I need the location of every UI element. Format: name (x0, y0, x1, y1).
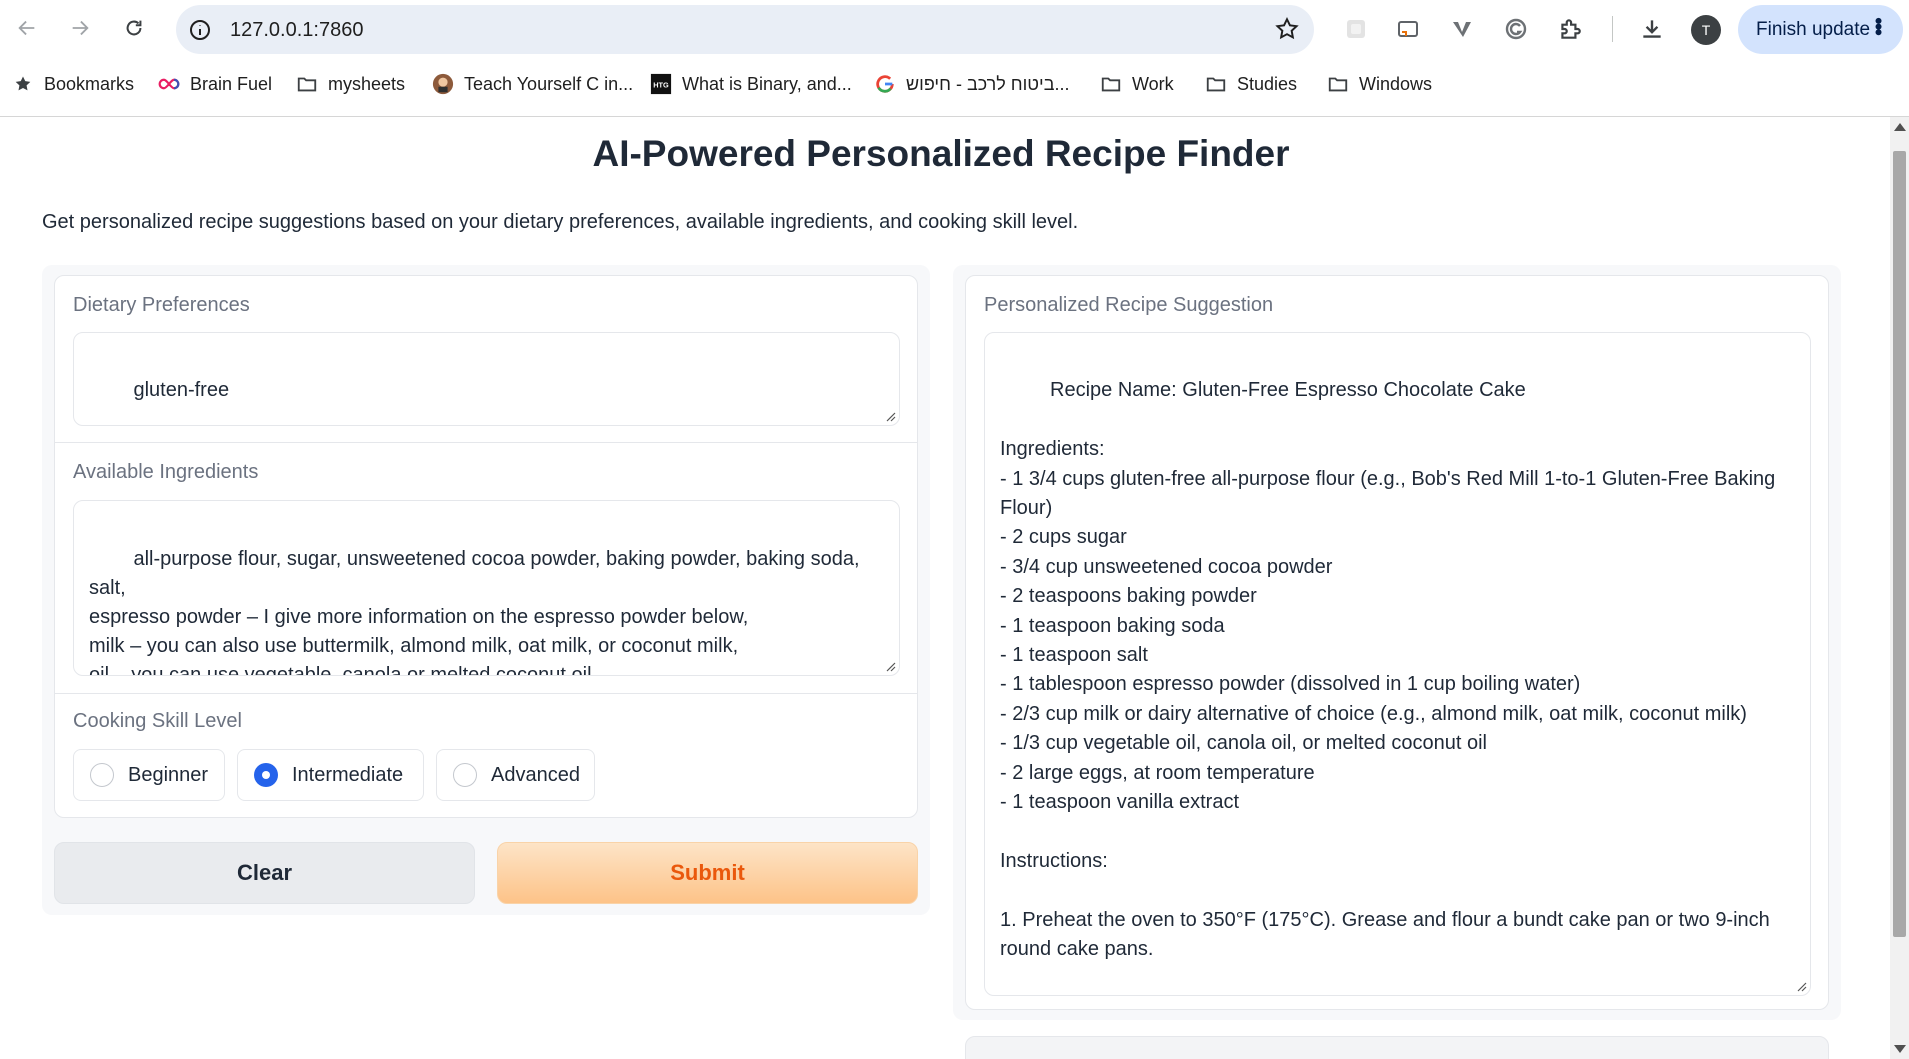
bookmark-star-icon[interactable] (1274, 16, 1300, 42)
finish-update-button[interactable]: Finish update ••• (1738, 5, 1903, 54)
folder-icon (1205, 73, 1227, 95)
resize-handle-icon[interactable] (1795, 980, 1807, 992)
radio-circle-icon[interactable] (90, 763, 114, 787)
bookmark-label: Brain Fuel (190, 73, 273, 94)
svg-text:HTG: HTG (653, 81, 669, 90)
infinity-icon (158, 73, 180, 95)
finish-update-label: Finish update (1756, 18, 1871, 40)
bookmark-label: Studies (1237, 73, 1298, 94)
resize-handle-icon[interactable] (884, 660, 896, 672)
input-form-card: Dietary Preferences gluten-free Availabl… (54, 275, 918, 818)
bookmarks-bar: Bookmarks Brain Fuel mysheets Teach Your… (0, 66, 1909, 102)
ingredients-textarea[interactable]: all-purpose flour, sugar, unsweetened co… (73, 500, 900, 676)
profile-avatar[interactable]: T (1691, 15, 1721, 45)
bookmark-item[interactable]: Work (1100, 66, 1174, 102)
clear-button[interactable]: Clear (54, 842, 475, 904)
gradio-page: AI-Powered Personalized Recipe Finder Ge… (0, 117, 1890, 1059)
bookmark-label: ביטוח לרכב - חיפוש... (906, 73, 1070, 94)
extensions-puzzle-icon[interactable] (1556, 15, 1584, 43)
bookmark-item[interactable]: ביטוח לרכב - חיפוש... (874, 66, 1070, 102)
section-divider (55, 693, 917, 694)
radio-intermediate[interactable]: Intermediate (237, 749, 424, 801)
radio-beginner[interactable]: Beginner (73, 749, 225, 801)
scroll-down-arrow-icon[interactable] (1894, 1045, 1906, 1053)
grammarly-icon[interactable] (1502, 15, 1530, 43)
radio-advanced[interactable]: Advanced (436, 749, 595, 801)
person-avatar-icon (432, 73, 454, 95)
bookmark-label: Windows (1359, 73, 1433, 94)
output-panel: Personalized Recipe Suggestion Recipe Na… (953, 265, 1841, 1020)
scroll-up-arrow-icon[interactable] (1894, 123, 1906, 131)
resize-handle-icon[interactable] (884, 410, 896, 422)
page-scrollbar[interactable] (1890, 117, 1909, 1059)
url-text[interactable]: 127.0.0.1:7860 (230, 19, 363, 42)
scrollbar-thumb[interactable] (1893, 151, 1906, 937)
skill-label: Cooking Skill Level (73, 710, 242, 732)
bookmark-item[interactable]: Windows (1327, 66, 1432, 102)
folder-icon (296, 73, 318, 95)
forward-arrow-icon[interactable] (62, 10, 98, 46)
bookmark-item[interactable]: HTG What is Binary, and... (650, 66, 852, 102)
bookmark-item[interactable]: Teach Yourself C in... (432, 66, 633, 102)
ingredients-value: all-purpose flour, sugar, unsweetened co… (89, 548, 860, 676)
bookmark-label: What is Binary, and... (682, 73, 852, 94)
dietary-textarea[interactable]: gluten-free (73, 332, 900, 426)
download-icon[interactable] (1638, 15, 1666, 43)
bookmark-label: Work (1132, 73, 1174, 94)
bookmark-item[interactable]: Studies (1205, 66, 1297, 102)
additional-output-card (965, 1036, 1829, 1059)
ingredients-label: Available Ingredients (73, 461, 259, 483)
address-bar[interactable]: 127.0.0.1:7860 (176, 5, 1314, 54)
bookmark-label: Bookmarks (44, 73, 135, 94)
input-panel: Dietary Preferences gluten-free Availabl… (42, 265, 930, 915)
google-g-icon (874, 73, 896, 95)
reload-icon[interactable] (116, 10, 152, 46)
extension-icon[interactable] (1342, 15, 1370, 43)
back-arrow-icon[interactable] (9, 10, 45, 46)
folder-icon (1327, 73, 1349, 95)
htg-logo-icon: HTG (650, 73, 672, 95)
output-card: Personalized Recipe Suggestion Recipe Na… (965, 275, 1829, 1010)
section-divider (55, 442, 917, 443)
output-label: Personalized Recipe Suggestion (984, 294, 1274, 316)
site-info-icon[interactable] (188, 18, 212, 42)
bookmark-item[interactable]: Brain Fuel (158, 66, 272, 102)
output-textarea[interactable]: Recipe Name: Gluten-Free Espresso Chocol… (984, 332, 1811, 996)
folder-icon (1100, 73, 1122, 95)
browser-toolbar: 127.0.0.1:7860 T Finish update ••• (0, 0, 1909, 58)
radio-label: Beginner (128, 763, 209, 786)
vimeo-v-icon[interactable] (1448, 15, 1476, 43)
toolbar-separator (1612, 16, 1613, 42)
bookmark-label: Teach Yourself C in... (464, 73, 634, 94)
submit-button[interactable]: Submit (497, 842, 918, 904)
bookmark-label: mysheets (328, 73, 406, 94)
menu-kebab-icon[interactable]: ••• (1866, 17, 1891, 34)
skill-radio-group: Beginner Intermediate Advanced (73, 749, 903, 801)
bookmark-item[interactable]: mysheets (296, 66, 405, 102)
star-icon (12, 73, 34, 95)
bookmark-item[interactable]: Bookmarks (12, 66, 134, 102)
dietary-value: gluten-free (133, 379, 230, 401)
output-value: Recipe Name: Gluten-Free Espresso Chocol… (1000, 379, 1776, 961)
radio-label: Advanced (491, 763, 580, 786)
page-title: AI-Powered Personalized Recipe Finder (592, 133, 1290, 174)
page-description: Get personalized recipe suggestions base… (42, 211, 1079, 233)
radio-circle-icon[interactable] (453, 763, 477, 787)
radio-checked-icon[interactable] (254, 763, 278, 787)
radio-label: Intermediate (292, 763, 404, 786)
cast-icon[interactable] (1394, 15, 1422, 43)
dietary-label: Dietary Preferences (73, 294, 250, 316)
